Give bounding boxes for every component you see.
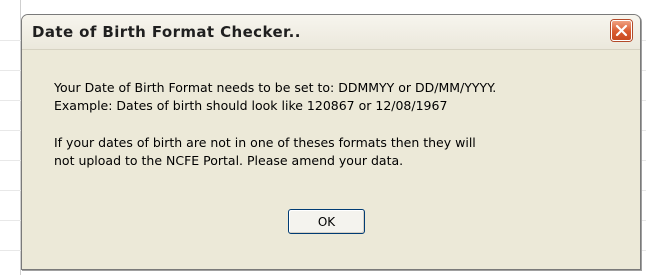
- ok-button[interactable]: OK: [288, 209, 365, 234]
- close-icon: [615, 24, 628, 37]
- close-button[interactable]: [611, 20, 632, 41]
- dialog-titlebar[interactable]: Date of Birth Format Checker..: [22, 15, 640, 50]
- message-line: If your dates of birth are not in one of…: [54, 135, 476, 150]
- message-line: Your Date of Birth Format needs to be se…: [54, 80, 497, 95]
- dialog-title: Date of Birth Format Checker..: [32, 23, 301, 41]
- message-line: Example: Dates of birth should look like…: [54, 98, 448, 113]
- message-line: not upload to the NCFE Portal. Please am…: [54, 153, 404, 168]
- message-dialog: Date of Birth Format Checker.. Your Date…: [21, 14, 641, 270]
